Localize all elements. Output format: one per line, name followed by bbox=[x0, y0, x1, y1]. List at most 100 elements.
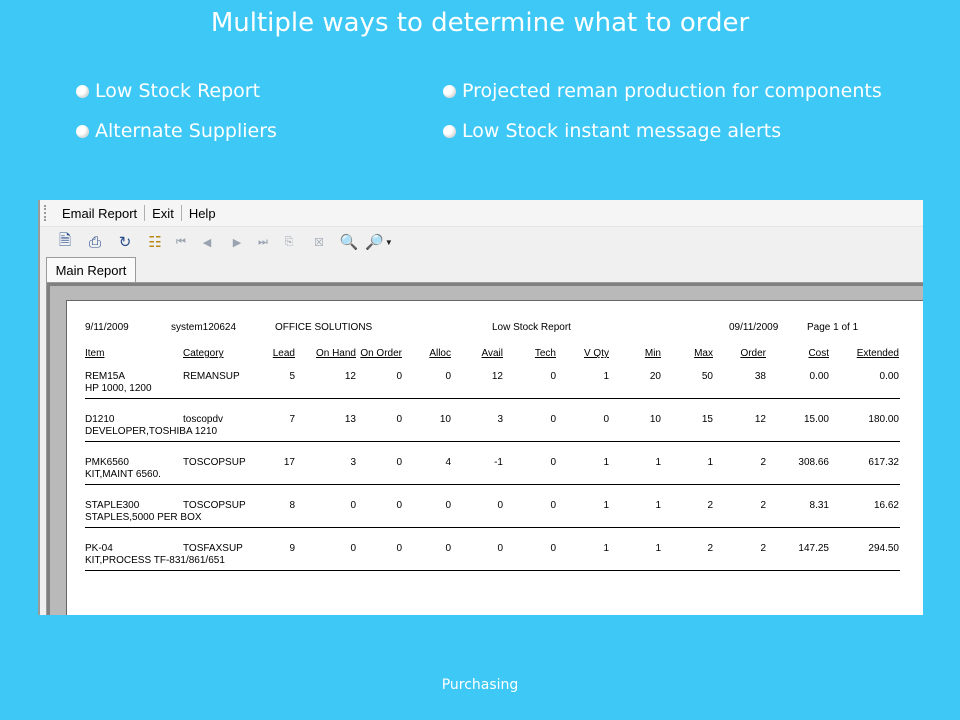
chevron-down-icon: ▼ bbox=[384, 237, 393, 247]
cell-max: 2 bbox=[707, 543, 713, 554]
cell-vqty: 0 bbox=[603, 414, 609, 425]
cell-vqty: 1 bbox=[603, 371, 609, 382]
cell-max: 2 bbox=[707, 500, 713, 511]
bullet-text: Projected reman production for component… bbox=[462, 80, 882, 102]
print-icon[interactable]: ⎙ bbox=[80, 230, 110, 254]
cell-alloc: 10 bbox=[439, 414, 451, 425]
cell-item: STAPLE300 bbox=[85, 500, 140, 511]
cell-on_order: 0 bbox=[396, 457, 402, 468]
report-user: system120624 bbox=[171, 322, 237, 333]
goto-page-icon[interactable]: ⎘ bbox=[274, 230, 304, 254]
export-icon[interactable]: 🗎 bbox=[50, 230, 80, 254]
cell-lead: 7 bbox=[289, 414, 295, 425]
cell-cost: 15.00 bbox=[803, 414, 829, 425]
cell-lead: 8 bbox=[289, 500, 295, 511]
cell-min: 1 bbox=[655, 543, 661, 554]
cell-tech: 0 bbox=[550, 414, 556, 425]
cell-tech: 0 bbox=[550, 500, 556, 511]
column-header-extended: Extended bbox=[856, 348, 899, 359]
cell-category: TOSFAXSUP bbox=[183, 543, 243, 554]
report-page: 9/11/2009 system120624 OFFICE SOLUTIONS … bbox=[66, 300, 923, 615]
column-header-on_order: On Order bbox=[360, 348, 402, 359]
column-header-tech: Tech bbox=[534, 348, 556, 359]
bullet-item: Low Stock Report bbox=[76, 80, 260, 102]
next-page-icon[interactable]: ▶ bbox=[222, 230, 252, 254]
report-date: 9/11/2009 bbox=[85, 322, 129, 333]
cell-avail: 0 bbox=[497, 500, 503, 511]
column-header-avail: Avail bbox=[481, 348, 504, 359]
cell-tech: 0 bbox=[550, 371, 556, 382]
cell-extended: 16.62 bbox=[873, 500, 899, 511]
cell-on_hand: 12 bbox=[344, 371, 356, 382]
find-icon[interactable]: 🔍 bbox=[334, 230, 364, 254]
report-canvas[interactable]: 9/11/2009 system120624 OFFICE SOLUTIONS … bbox=[46, 282, 923, 615]
menu-email-report[interactable]: Email Report bbox=[55, 206, 144, 221]
cell-order: 2 bbox=[760, 457, 766, 468]
slide-title: Multiple ways to determine what to order bbox=[210, 8, 750, 38]
cell-alloc: 0 bbox=[445, 543, 451, 554]
column-header-order: Order bbox=[740, 348, 766, 359]
refresh-icon[interactable]: ↻ bbox=[110, 230, 140, 254]
slide-footer: Purchasing bbox=[441, 677, 519, 693]
cell-description: KIT,PROCESS TF-831/861/651 bbox=[85, 555, 225, 566]
cell-avail: 12 bbox=[491, 371, 503, 382]
cell-max: 15 bbox=[701, 414, 713, 425]
bullet-text: Alternate Suppliers bbox=[95, 120, 277, 142]
low-stock-report: 9/11/2009 system120624 OFFICE SOLUTIONS … bbox=[67, 301, 923, 615]
column-header-max: Max bbox=[694, 348, 713, 359]
cell-max: 1 bbox=[707, 457, 713, 468]
last-page-icon[interactable]: ⏭ bbox=[252, 230, 274, 254]
prev-page-icon[interactable]: ◀ bbox=[192, 230, 222, 254]
bullet-list: Low Stock Report Alternate Suppliers Pro… bbox=[0, 80, 960, 160]
cell-on_order: 0 bbox=[396, 543, 402, 554]
group-tree-icon[interactable]: ☷ bbox=[140, 230, 170, 254]
bullet-text: Low Stock instant message alerts bbox=[462, 120, 782, 142]
tab-main-report[interactable]: Main Report bbox=[46, 257, 136, 282]
report-title: Low Stock Report bbox=[492, 322, 571, 333]
cell-cost: 308.66 bbox=[798, 457, 829, 468]
cell-order: 12 bbox=[754, 414, 766, 425]
column-header-alloc: Alloc bbox=[429, 348, 451, 359]
row-divider bbox=[85, 570, 900, 571]
toolbar: 🗎 ⎙ ↻ ☷ ⏮ ◀ ▶ ⏭ ⎘ ☒ 🔍 🔎 ▼ bbox=[40, 227, 923, 257]
cell-tech: 0 bbox=[550, 543, 556, 554]
cell-cost: 0.00 bbox=[809, 371, 829, 382]
row-divider bbox=[85, 527, 900, 528]
cell-extended: 180.00 bbox=[868, 414, 899, 425]
menu-help[interactable]: Help bbox=[182, 206, 223, 221]
column-header-on_hand: On Hand bbox=[315, 348, 356, 359]
bullet-dot-icon bbox=[76, 124, 89, 138]
cell-order: 38 bbox=[754, 371, 766, 382]
bullet-dot-icon bbox=[76, 84, 89, 98]
cell-lead: 17 bbox=[283, 457, 295, 468]
row-divider bbox=[85, 484, 900, 485]
cell-lead: 9 bbox=[289, 543, 295, 554]
cell-avail: 3 bbox=[497, 414, 503, 425]
cell-on_hand: 0 bbox=[350, 543, 356, 554]
cell-vqty: 1 bbox=[603, 500, 609, 511]
cell-cost: 147.25 bbox=[798, 543, 829, 554]
cell-description: HP 1000, 1200 bbox=[85, 383, 152, 394]
menu-grip-icon bbox=[44, 205, 47, 221]
cell-on_hand: 3 bbox=[350, 457, 356, 468]
first-page-icon[interactable]: ⏮ bbox=[170, 230, 192, 254]
cell-item: PMK6560 bbox=[85, 457, 129, 468]
stop-icon[interactable]: ☒ bbox=[304, 230, 334, 254]
report-page-number: Page 1 of 1 bbox=[807, 322, 859, 333]
cell-description: KIT,MAINT 6560. bbox=[85, 469, 161, 480]
cell-lead: 5 bbox=[289, 371, 295, 382]
cell-on_hand: 0 bbox=[350, 500, 356, 511]
tab-bar: Main Report bbox=[40, 257, 923, 282]
cell-item: D1210 bbox=[85, 414, 115, 425]
cell-description: DEVELOPER,TOSHIBA 1210 bbox=[85, 426, 218, 437]
zoom-icon[interactable]: 🔎 ▼ bbox=[364, 230, 394, 254]
cell-max: 50 bbox=[701, 371, 713, 382]
cell-on_order: 0 bbox=[396, 414, 402, 425]
cell-min: 20 bbox=[649, 371, 661, 382]
menu-exit[interactable]: Exit bbox=[145, 206, 181, 221]
cell-alloc: 0 bbox=[445, 500, 451, 511]
bullet-dot-icon bbox=[443, 124, 456, 138]
cell-tech: 0 bbox=[550, 457, 556, 468]
report-print-date: 09/11/2009 bbox=[729, 322, 779, 333]
cell-description: STAPLES,5000 PER BOX bbox=[85, 512, 202, 523]
